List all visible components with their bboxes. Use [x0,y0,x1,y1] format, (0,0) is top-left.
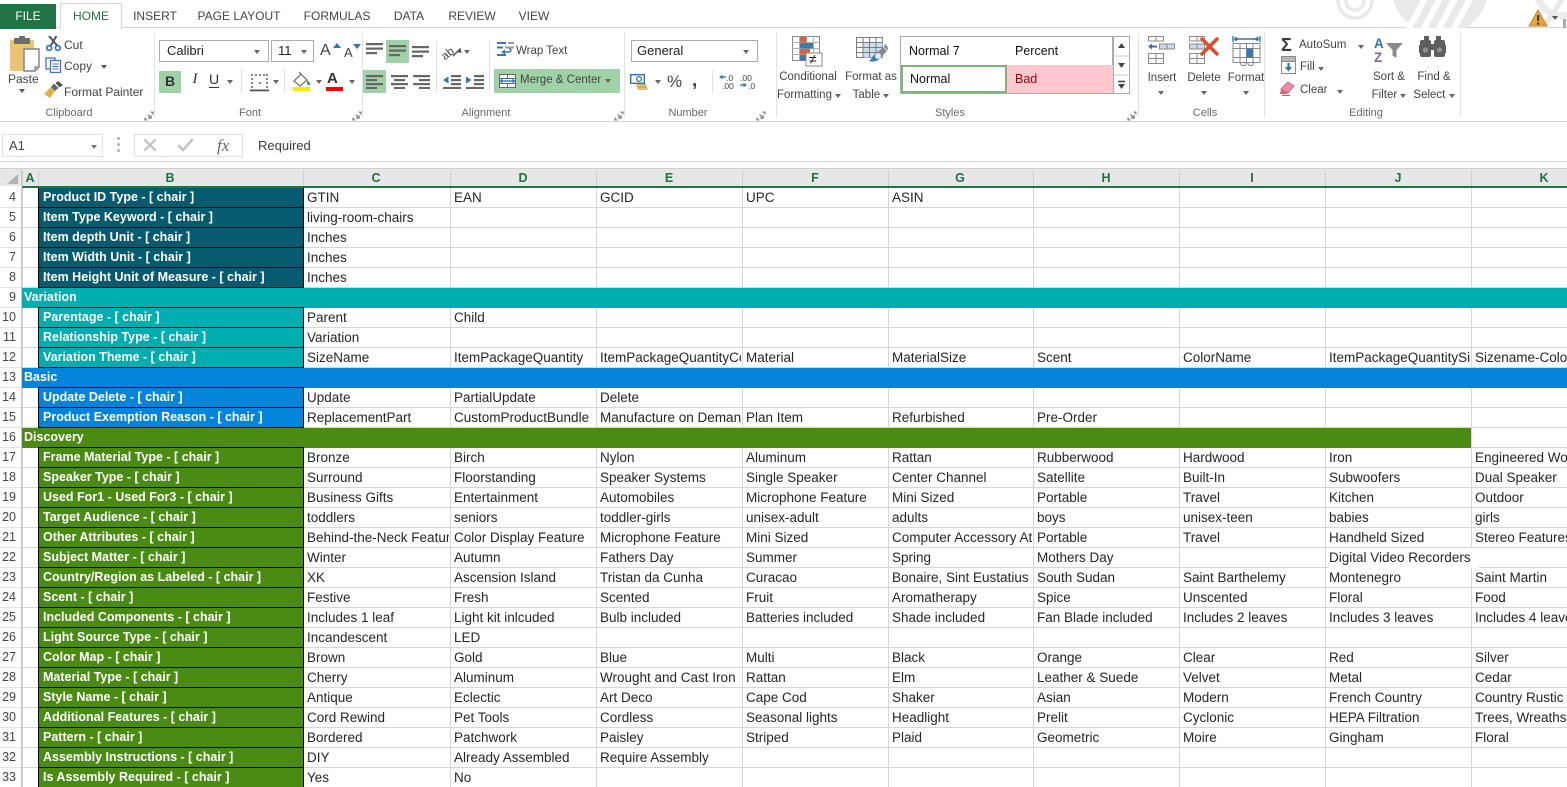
svg-text:A: A [1374,36,1384,51]
svg-text:Z: Z [1374,50,1382,63]
svg-text:fx: fx [217,136,230,155]
svg-text:.00: .00 [722,81,734,89]
svg-text:.0: .0 [748,81,755,89]
svg-text:ab: ab [442,45,457,61]
svg-text:≠: ≠ [809,51,817,67]
